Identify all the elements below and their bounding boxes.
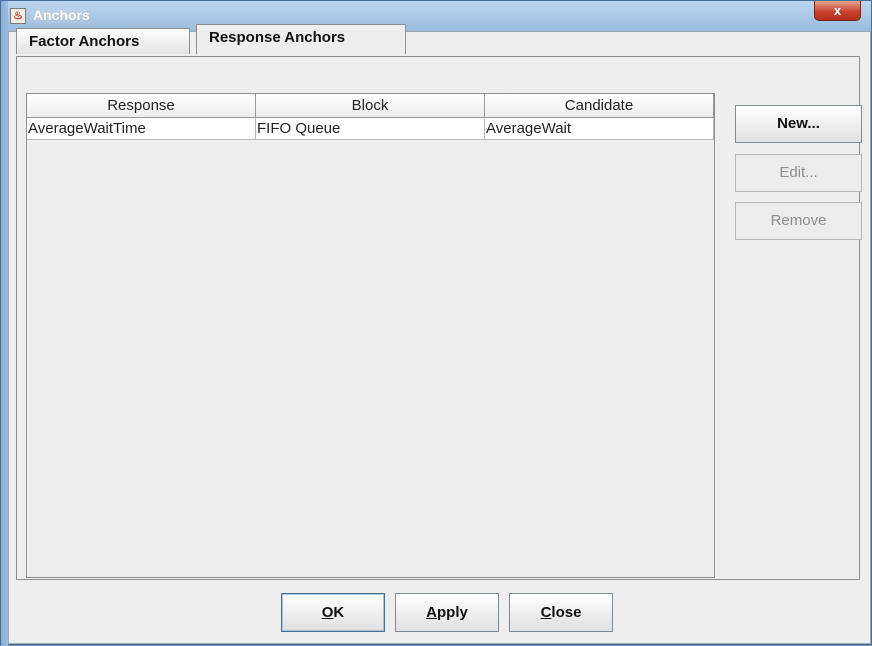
cell-block[interactable]: FIFO Queue (256, 118, 485, 140)
ok-mnemonic: O (321, 604, 334, 621)
column-header-block[interactable]: Block (256, 94, 485, 118)
table-header: Response Block Candidate (27, 94, 714, 118)
cell-candidate[interactable]: AverageWait (485, 118, 714, 140)
column-header-candidate[interactable]: Candidate (485, 94, 714, 118)
response-anchors-table[interactable]: Response Block Candidate AverageWaitTime… (26, 93, 715, 578)
ok-button[interactable]: OK (281, 593, 385, 632)
remove-button[interactable]: Remove (735, 202, 862, 240)
ok-label-rest: K (333, 604, 345, 621)
close-mnemonic: C (540, 604, 552, 621)
tab-factor-anchors[interactable]: Factor Anchors (16, 28, 190, 54)
window-title: Anchors (33, 7, 90, 23)
apply-mnemonic: A (426, 604, 437, 621)
apply-label-rest: pply (437, 604, 468, 621)
tab-response-anchors[interactable]: Response Anchors (196, 24, 406, 54)
edit-button[interactable]: Edit... (735, 154, 862, 192)
column-header-response[interactable]: Response (27, 94, 256, 118)
close-button[interactable]: Close (509, 593, 613, 632)
window-close-button[interactable]: x (814, 1, 861, 21)
close-icon: x (833, 3, 842, 18)
cell-response[interactable]: AverageWaitTime (27, 118, 256, 140)
window-frame-edge (1, 1, 8, 646)
new-button[interactable]: New... (735, 105, 862, 143)
title-bar[interactable]: ♨ Anchors x (1, 1, 871, 31)
java-app-icon: ♨ (10, 8, 26, 24)
close-label-rest: lose (551, 604, 582, 621)
table-row[interactable]: AverageWaitTime FIFO Queue AverageWait (27, 118, 714, 140)
anchors-dialog: ♨ Anchors x Factor Anchors Response Anch… (0, 0, 872, 646)
apply-button[interactable]: Apply (395, 593, 499, 632)
